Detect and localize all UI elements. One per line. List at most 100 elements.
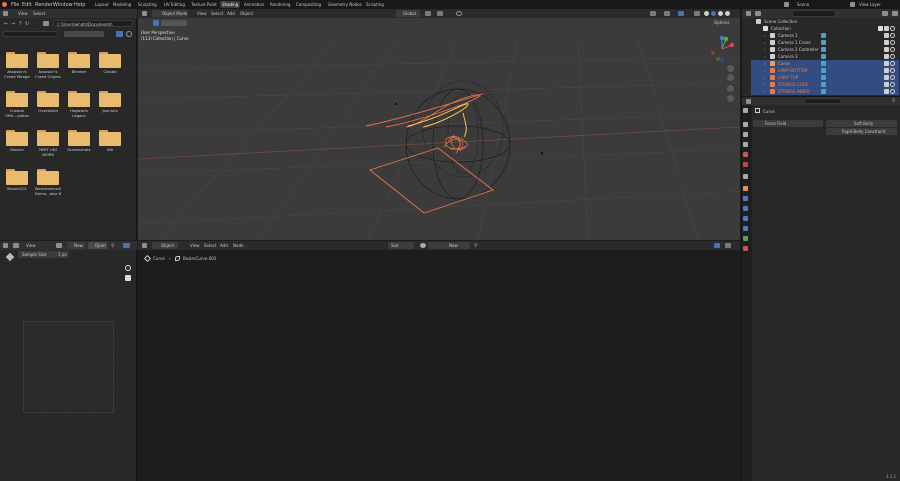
camera-icon[interactable] bbox=[884, 89, 889, 94]
collection-tab-icon[interactable] bbox=[743, 174, 748, 179]
folder-icon[interactable] bbox=[99, 130, 121, 146]
scene-icon[interactable] bbox=[784, 2, 789, 7]
refresh-icon[interactable]: ↻ bbox=[25, 21, 29, 27]
eye-icon[interactable] bbox=[890, 33, 895, 38]
image-canvas[interactable] bbox=[23, 321, 114, 413]
camera-icon[interactable] bbox=[884, 40, 889, 45]
folder-icon[interactable] bbox=[37, 52, 59, 68]
menu-file[interactable]: File bbox=[11, 2, 19, 8]
eye-icon[interactable] bbox=[890, 40, 895, 45]
scene-selector[interactable]: Scene bbox=[797, 2, 809, 7]
ie-menu-view[interactable]: View bbox=[26, 243, 36, 248]
viewport-scene[interactable] bbox=[138, 9, 740, 240]
camera-icon[interactable] bbox=[884, 61, 889, 66]
back-icon[interactable]: ← bbox=[4, 21, 8, 27]
tab-geometry-nodes[interactable]: Geometry Nodes bbox=[328, 2, 362, 7]
view-layer-icon[interactable] bbox=[850, 2, 855, 7]
blender-logo-icon[interactable] bbox=[2, 2, 7, 7]
view-layer-tab-icon[interactable] bbox=[743, 142, 748, 147]
tab-layout[interactable]: Layout bbox=[95, 2, 109, 7]
outliner-item[interactable]: › LAMP TOP bbox=[751, 74, 899, 81]
folder-icon[interactable] bbox=[6, 130, 28, 146]
pin-icon[interactable]: ⚲ bbox=[111, 243, 115, 249]
outliner-item[interactable]: › STRINGS CORE bbox=[751, 81, 899, 88]
search-field[interactable] bbox=[3, 31, 58, 37]
new-material-button[interactable]: New bbox=[428, 242, 470, 249]
folder-icon[interactable] bbox=[99, 52, 121, 68]
expand-arrow-icon[interactable]: › bbox=[764, 53, 766, 60]
tab-shading[interactable]: Shading bbox=[220, 1, 241, 8]
expand-arrow-icon[interactable]: › bbox=[764, 46, 766, 53]
ne-menu-add[interactable]: Add bbox=[220, 243, 228, 248]
tab-uv-editing[interactable]: UV Editing bbox=[164, 2, 185, 7]
slot-dropdown[interactable]: Slot bbox=[388, 242, 414, 249]
new-folder-icon[interactable] bbox=[43, 21, 49, 26]
open-image-button[interactable]: Open bbox=[88, 242, 107, 249]
perspective-toggle-icon[interactable] bbox=[727, 95, 734, 102]
expand-arrow-icon[interactable]: › bbox=[764, 39, 766, 46]
render-tab-icon[interactable] bbox=[743, 122, 748, 127]
expand-arrow-icon[interactable]: › bbox=[764, 81, 766, 88]
filter-icon[interactable] bbox=[882, 11, 888, 16]
eye-icon[interactable] bbox=[890, 61, 895, 66]
tab-rendering[interactable]: Rendering bbox=[270, 2, 290, 7]
menu-window[interactable]: Window bbox=[53, 2, 73, 8]
eye-icon[interactable] bbox=[890, 47, 895, 52]
expand-arrow-icon[interactable]: › bbox=[764, 67, 766, 74]
checkbox-icon[interactable] bbox=[878, 26, 883, 31]
editor-type-icon[interactable] bbox=[142, 243, 147, 248]
outliner-scene-collection[interactable]: Scene Collection bbox=[751, 18, 899, 25]
navigation-gizmo[interactable] bbox=[708, 35, 736, 63]
menu-edit[interactable]: Edit bbox=[22, 2, 32, 8]
scene-tab-icon[interactable] bbox=[743, 152, 748, 157]
zoom-icon[interactable] bbox=[727, 65, 734, 72]
rigid-body-constraint-button[interactable]: Rigid Body Constraint bbox=[826, 128, 897, 135]
fb-menu-select[interactable]: Select bbox=[33, 11, 45, 16]
tab-texture-paint[interactable]: Texture Paint bbox=[191, 2, 217, 7]
display-mode-icon[interactable] bbox=[755, 11, 761, 16]
eye-icon[interactable] bbox=[890, 54, 895, 59]
tool-tab-icon[interactable] bbox=[743, 108, 748, 113]
camera-view-icon[interactable] bbox=[727, 85, 734, 92]
search-field[interactable] bbox=[792, 10, 836, 17]
folder-icon[interactable] bbox=[99, 91, 121, 107]
folder-icon[interactable] bbox=[37, 91, 59, 107]
tab-modeling[interactable]: Modeling bbox=[113, 2, 131, 7]
menu-help[interactable]: Help bbox=[74, 2, 85, 8]
fb-menu-view[interactable]: View bbox=[18, 11, 28, 16]
eye-icon[interactable] bbox=[890, 68, 895, 73]
particles-tab-icon[interactable] bbox=[743, 206, 748, 211]
material-browse-icon[interactable] bbox=[420, 243, 426, 248]
editor-type-icon[interactable] bbox=[746, 99, 751, 104]
new-image-button[interactable]: New bbox=[67, 242, 85, 249]
outliner-item[interactable]: › Camera 1 bbox=[751, 32, 899, 39]
gear-icon[interactable] bbox=[126, 31, 132, 37]
modifier-icon[interactable] bbox=[821, 54, 826, 59]
mode-icon[interactable] bbox=[13, 243, 19, 248]
tab-sculpting[interactable]: Sculpting bbox=[138, 2, 157, 7]
folder-icon[interactable] bbox=[6, 52, 28, 68]
sample-size-field[interactable]: Sample Size 1 px bbox=[18, 251, 69, 258]
outliner-item[interactable]: › Curve bbox=[751, 60, 899, 67]
outliner-item[interactable]: › Camera 2 Controller bbox=[751, 46, 899, 53]
eye-icon[interactable] bbox=[890, 75, 895, 80]
world-tab-icon[interactable] bbox=[743, 162, 748, 167]
folder-icon[interactable] bbox=[37, 169, 59, 185]
editor-type-icon[interactable] bbox=[746, 11, 751, 16]
editor-type-icon[interactable] bbox=[3, 11, 8, 16]
modifier-icon[interactable] bbox=[821, 68, 826, 73]
camera-icon[interactable] bbox=[884, 54, 889, 59]
object-tab-icon[interactable] bbox=[743, 186, 748, 191]
modifier-icon[interactable] bbox=[821, 47, 826, 52]
new-collection-icon[interactable] bbox=[892, 11, 898, 16]
modifier-icon[interactable] bbox=[821, 89, 826, 94]
hand-pan-icon[interactable] bbox=[727, 74, 734, 81]
filter-icon[interactable] bbox=[116, 31, 123, 37]
tab-scripting[interactable]: Scripting bbox=[366, 2, 384, 7]
outliner-item[interactable]: › STRINGS INNER bbox=[751, 88, 899, 95]
viewport-panel[interactable]: Object Mode View Select Add Object Globa… bbox=[138, 9, 740, 240]
camera-icon[interactable] bbox=[884, 82, 889, 87]
forward-icon[interactable]: → bbox=[11, 21, 15, 27]
folder-icon[interactable] bbox=[6, 91, 28, 107]
data-tab-icon[interactable] bbox=[743, 236, 748, 241]
